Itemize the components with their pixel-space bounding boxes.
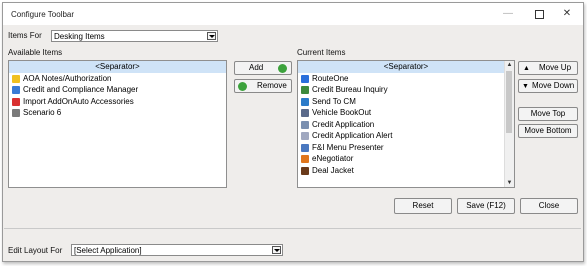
title-bar: Configure Toolbar — ✕ <box>3 3 583 25</box>
reset-label: Reset <box>412 201 434 210</box>
bureau-icon <box>301 86 309 94</box>
person-icon <box>12 86 20 94</box>
car-icon <box>301 109 309 117</box>
items-for-value: Desking Items <box>54 32 105 41</box>
current-item-label: Credit Application Alert <box>312 131 393 140</box>
triangle-down-icon: ▼ <box>522 82 529 90</box>
scroll-down-icon[interactable]: ▼ <box>505 179 514 187</box>
current-item-label: <Separator> <box>383 62 429 71</box>
reset-button[interactable]: Reset <box>394 198 452 214</box>
triangle-up-icon: ▲ <box>523 64 530 72</box>
available-list-item[interactable]: Credit and Compliance Manager <box>9 84 226 96</box>
items-for-label: Items For <box>8 31 42 40</box>
add-arrow-icon <box>278 64 287 73</box>
move-up-label: Move Up <box>539 63 572 72</box>
current-item-label: Deal Jacket <box>312 165 354 175</box>
negotiator-icon <box>301 155 309 163</box>
remove-arrow-icon <box>238 82 247 91</box>
alert-icon <box>301 132 309 140</box>
current-item-label: eNegotiator <box>312 154 354 163</box>
note-icon <box>12 74 20 83</box>
current-list-item[interactable]: Deal Jacket <box>298 165 514 177</box>
current-list-item[interactable]: eNegotiator <box>298 153 514 165</box>
current-item-label: Credit Bureau Inquiry <box>312 85 388 94</box>
current-item-label: Credit Application <box>312 119 375 129</box>
move-down-label: Move Down <box>532 81 575 90</box>
current-items-label: Current Items <box>297 48 346 57</box>
current-list-item[interactable]: RouteOne <box>298 73 514 85</box>
items-for-dropdown[interactable]: Desking Items <box>51 30 218 42</box>
move-up-button[interactable]: ▲ Move Up <box>518 61 578 75</box>
current-list-item[interactable]: Send To CM <box>298 96 514 108</box>
current-list-item[interactable]: Credit Application Alert <box>298 130 514 142</box>
available-item-label: <Separator> <box>95 62 140 71</box>
current-item-label: RouteOne <box>312 73 349 83</box>
current-item-label: Send To CM <box>312 96 356 106</box>
import-icon <box>12 97 20 106</box>
application-icon <box>301 120 309 129</box>
window-title: Configure Toolbar <box>11 10 75 19</box>
current-item-label: Vehicle BookOut <box>312 108 372 117</box>
available-item-label: AOA Notes/Authorization <box>23 73 112 83</box>
current-list-item[interactable]: Credit Bureau Inquiry <box>298 84 514 96</box>
current-list-item[interactable]: F&I Menu Presenter <box>298 142 514 154</box>
current-items-list[interactable]: <Separator> RouteOne Credit Bureau Inquiry… <box>297 60 515 188</box>
edit-layout-label: Edit Layout For <box>8 246 63 255</box>
move-bottom-label: Move Bottom <box>524 126 572 135</box>
current-item-label: F&I Menu Presenter <box>312 142 384 152</box>
move-bottom-button[interactable]: Move Bottom <box>518 124 578 138</box>
minimize-button[interactable]: — <box>500 7 516 21</box>
available-item-label: Scenario 6 <box>23 108 62 117</box>
edit-layout-dropdown[interactable]: [Select Application] <box>71 244 283 256</box>
scrollbar[interactable]: ▲ ▼ <box>504 61 514 187</box>
maximize-icon <box>534 10 544 19</box>
move-top-label: Move Top <box>530 109 566 118</box>
scroll-up-icon[interactable]: ▲ <box>505 61 514 69</box>
jacket-icon <box>301 166 309 175</box>
available-items-list[interactable]: <Separator> AOA Notes/Authorization Credit… <box>8 60 227 188</box>
save-button[interactable]: Save (F12) <box>457 198 515 214</box>
close-label: Close <box>538 201 560 210</box>
current-list-item[interactable]: <Separator> <box>298 61 514 73</box>
available-list-item[interactable]: Import AddOnAuto Accessories <box>9 96 226 108</box>
available-item-label: Import AddOnAuto Accessories <box>23 96 134 106</box>
scroll-thumb[interactable] <box>506 71 512 133</box>
move-down-button[interactable]: ▼ Move Down <box>518 79 578 93</box>
divider <box>4 228 581 229</box>
add-button-label: Add <box>249 63 264 72</box>
available-list-item[interactable]: Scenario 6 <box>9 107 226 119</box>
current-list-item[interactable]: Credit Application <box>298 119 514 131</box>
available-items-label: Available Items <box>8 48 63 57</box>
routeone-icon <box>301 74 309 83</box>
save-label: Save (F12) <box>466 201 506 210</box>
available-list-item[interactable]: <Separator> <box>9 61 226 73</box>
close-button[interactable]: Close <box>520 198 578 214</box>
edit-layout-value: [Select Application] <box>74 246 142 255</box>
scenario-icon <box>12 109 20 117</box>
move-top-button[interactable]: Move Top <box>518 107 578 121</box>
current-list-item[interactable]: Vehicle BookOut <box>298 107 514 119</box>
chevron-down-icon <box>207 32 216 40</box>
chevron-down-icon <box>272 246 281 254</box>
menu-icon <box>301 143 309 152</box>
available-item-label: Credit and Compliance Manager <box>23 85 139 94</box>
configure-toolbar-window: Configure Toolbar — ✕ Items For Desking … <box>2 2 584 262</box>
maximize-button[interactable] <box>531 7 547 21</box>
remove-button-label: Remove <box>257 81 287 90</box>
add-button[interactable]: Add <box>234 61 292 75</box>
remove-button[interactable]: Remove <box>234 79 292 93</box>
close-window-button[interactable]: ✕ <box>559 7 575 21</box>
available-list-item[interactable]: AOA Notes/Authorization <box>9 73 226 85</box>
send-icon <box>301 97 309 106</box>
